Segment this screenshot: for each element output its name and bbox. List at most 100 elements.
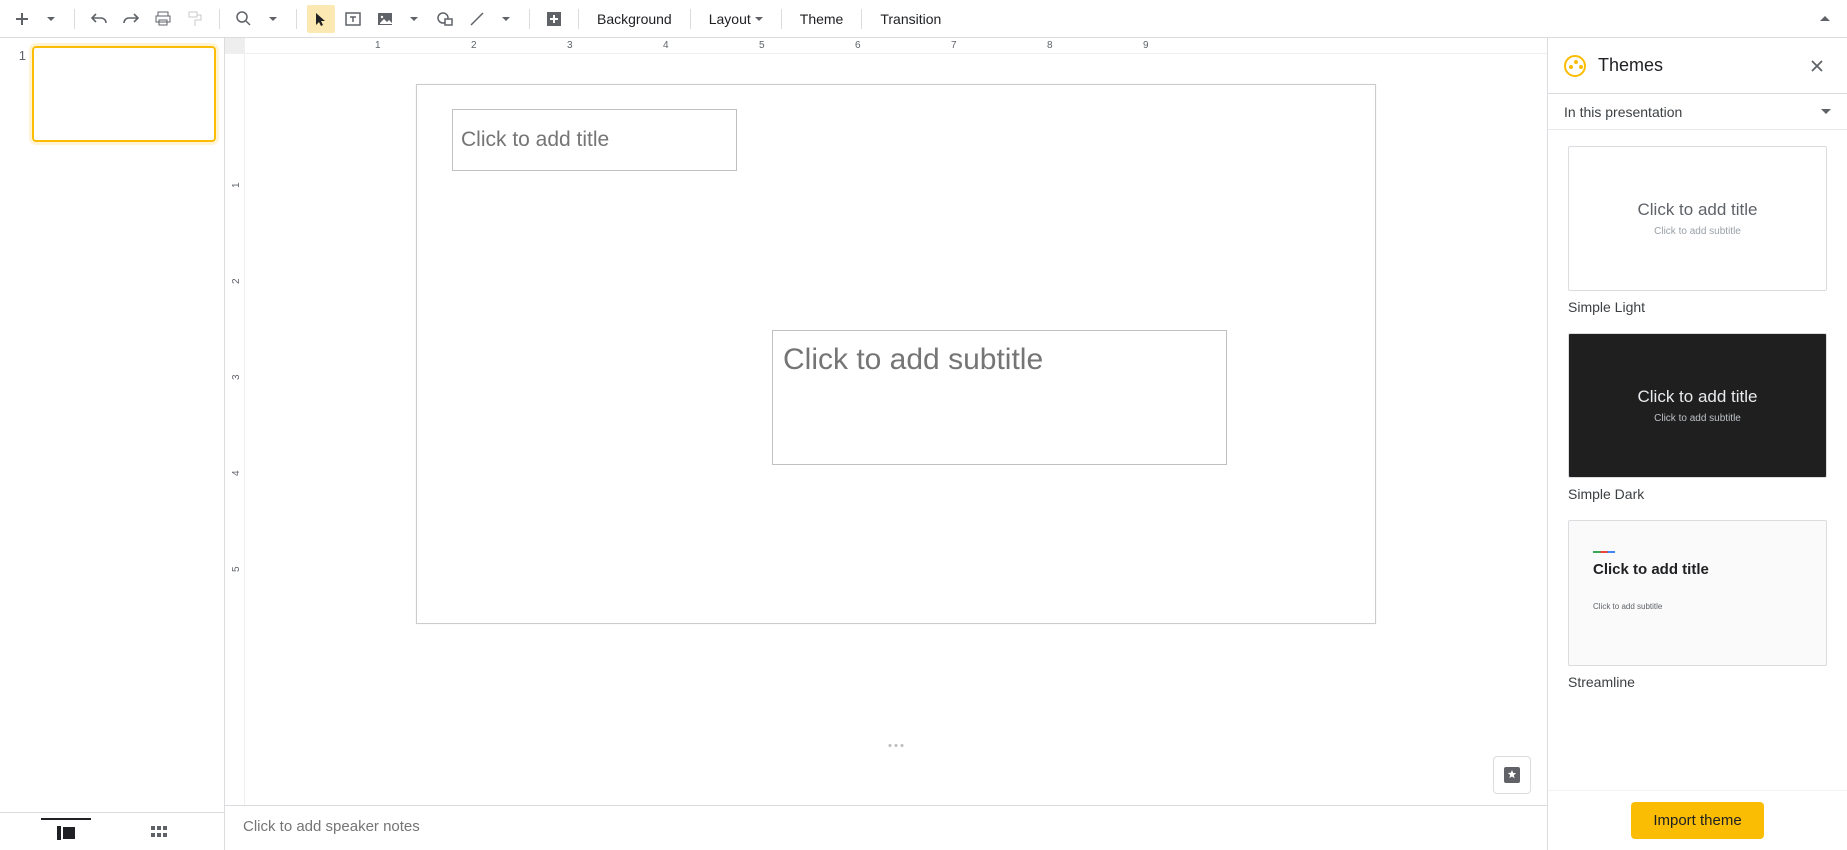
insert-image-button[interactable] bbox=[371, 5, 399, 33]
insert-line-button[interactable] bbox=[463, 5, 491, 33]
toolbar-separator bbox=[74, 9, 75, 29]
background-button[interactable]: Background bbox=[589, 5, 680, 33]
zoom-button[interactable] bbox=[230, 5, 258, 33]
paint-format-button bbox=[181, 5, 209, 33]
themes-panel-title: Themes bbox=[1598, 55, 1791, 76]
ruler-row: 1 2 3 4 5 6 7 8 9 bbox=[225, 38, 1547, 54]
collapse-toolbar-button[interactable] bbox=[1811, 5, 1839, 33]
theme-card-simple-dark[interactable]: Click to add title Click to add subtitle… bbox=[1568, 333, 1827, 502]
chevron-down-icon bbox=[1821, 109, 1831, 114]
streamline-accent-icon bbox=[1593, 551, 1615, 553]
slide-number: 1 bbox=[8, 46, 32, 142]
image-group bbox=[371, 5, 427, 33]
ruler-tick: 1 bbox=[231, 182, 242, 188]
ruler-tick: 3 bbox=[567, 40, 573, 51]
slide[interactable]: Click to add title Click to add subtitle bbox=[416, 84, 1376, 624]
line-group bbox=[463, 5, 519, 33]
redo-button[interactable] bbox=[117, 5, 145, 33]
ruler-tick: 6 bbox=[855, 40, 861, 51]
theme-card-streamline[interactable]: Click to add title Click to add subtitle… bbox=[1568, 520, 1827, 690]
layout-button[interactable]: Layout bbox=[701, 5, 771, 33]
zoom-dropdown[interactable] bbox=[258, 5, 286, 33]
themes-panel-header: Themes bbox=[1548, 38, 1847, 94]
notes-resize-handle[interactable] bbox=[889, 744, 904, 747]
ruler-tick: 4 bbox=[663, 40, 669, 51]
grid-view-button[interactable] bbox=[134, 818, 184, 846]
theme-preview: Click to add title Click to add subtitle bbox=[1568, 333, 1827, 478]
main-toolbar: Background Layout Theme Transition bbox=[0, 0, 1847, 38]
ruler-tick: 3 bbox=[231, 374, 242, 380]
title-placeholder[interactable]: Click to add title bbox=[452, 109, 737, 171]
themes-section-label: In this presentation bbox=[1564, 104, 1682, 120]
toolbar-separator bbox=[861, 9, 862, 29]
layout-label: Layout bbox=[709, 11, 751, 27]
theme-name: Streamline bbox=[1568, 674, 1827, 690]
ruler-tick: 5 bbox=[231, 566, 242, 572]
print-button[interactable] bbox=[149, 5, 177, 33]
caret-down-icon bbox=[269, 17, 277, 21]
theme-preview-title: Click to add title bbox=[1593, 561, 1709, 578]
ruler-tick: 8 bbox=[1047, 40, 1053, 51]
toolbar-separator bbox=[296, 9, 297, 29]
theme-name: Simple Light bbox=[1568, 299, 1827, 315]
import-theme-button[interactable]: Import theme bbox=[1631, 802, 1763, 839]
ruler-tick: 4 bbox=[231, 470, 242, 476]
caret-down-icon bbox=[502, 17, 510, 21]
ruler-tick: 9 bbox=[1143, 40, 1149, 51]
theme-name: Simple Dark bbox=[1568, 486, 1827, 502]
theme-card-simple-light[interactable]: Click to add title Click to add subtitle… bbox=[1568, 146, 1827, 315]
ruler-corner bbox=[225, 38, 245, 53]
new-slide-group bbox=[8, 5, 64, 33]
toolbar-separator bbox=[690, 9, 691, 29]
ruler-tick: 7 bbox=[951, 40, 957, 51]
theme-preview-subtitle: Click to add subtitle bbox=[1654, 413, 1741, 424]
textbox-tool-button[interactable] bbox=[339, 5, 367, 33]
slide-canvas[interactable]: Click to add title Click to add subtitle bbox=[245, 54, 1547, 805]
theme-preview-title: Click to add title bbox=[1638, 387, 1758, 407]
filmstrip-view-button[interactable] bbox=[41, 818, 91, 846]
new-slide-dropdown[interactable] bbox=[36, 5, 64, 33]
caret-down-icon bbox=[755, 17, 763, 21]
theme-preview-subtitle: Click to add subtitle bbox=[1654, 226, 1741, 237]
toolbar-separator bbox=[578, 9, 579, 29]
ruler-tick: 1 bbox=[375, 40, 381, 51]
undo-button[interactable] bbox=[85, 5, 113, 33]
view-switch-bar bbox=[0, 812, 225, 850]
theme-button[interactable]: Theme bbox=[792, 5, 852, 33]
toolbar-separator bbox=[781, 9, 782, 29]
editor-area: 1 2 3 4 5 6 7 8 9 1 2 3 4 5 Click to ad bbox=[225, 38, 1547, 850]
zoom-group bbox=[230, 5, 286, 33]
toolbar-separator bbox=[529, 9, 530, 29]
filmstrip: 1 bbox=[0, 38, 225, 850]
caret-down-icon bbox=[410, 17, 418, 21]
theme-preview: Click to add title Click to add subtitle bbox=[1568, 146, 1827, 291]
filmstrip-slide[interactable]: 1 bbox=[0, 46, 224, 150]
ruler-tick: 2 bbox=[471, 40, 477, 51]
new-slide-button[interactable] bbox=[8, 5, 36, 33]
insert-comment-button[interactable] bbox=[540, 5, 568, 33]
speaker-notes[interactable]: Click to add speaker notes bbox=[225, 805, 1547, 850]
shape-group bbox=[431, 5, 459, 33]
slide-thumbnail[interactable] bbox=[32, 46, 216, 142]
caret-down-icon bbox=[47, 17, 55, 21]
transition-button[interactable]: Transition bbox=[872, 5, 949, 33]
toolbar-separator bbox=[219, 9, 220, 29]
theme-preview: Click to add title Click to add subtitle bbox=[1568, 520, 1827, 666]
close-themes-panel-button[interactable] bbox=[1803, 52, 1831, 80]
chevron-up-icon bbox=[1820, 16, 1830, 21]
themes-list[interactable]: Click to add title Click to add subtitle… bbox=[1548, 130, 1847, 850]
vertical-ruler[interactable]: 1 2 3 4 5 bbox=[225, 54, 245, 805]
horizontal-ruler[interactable]: 1 2 3 4 5 6 7 8 9 bbox=[245, 38, 1547, 53]
insert-shape-button[interactable] bbox=[431, 5, 459, 33]
select-tool-button[interactable] bbox=[307, 5, 335, 33]
subtitle-placeholder[interactable]: Click to add subtitle bbox=[772, 330, 1227, 465]
speaker-notes-placeholder: Click to add speaker notes bbox=[243, 818, 420, 835]
image-dropdown[interactable] bbox=[399, 5, 427, 33]
themes-section-toggle[interactable]: In this presentation bbox=[1548, 94, 1847, 130]
line-dropdown[interactable] bbox=[491, 5, 519, 33]
ruler-tick: 2 bbox=[231, 278, 242, 284]
ruler-tick: 5 bbox=[759, 40, 765, 51]
themes-panel: Themes In this presentation Click to add… bbox=[1547, 38, 1847, 850]
themes-panel-footer: Import theme bbox=[1548, 790, 1847, 850]
explore-button[interactable] bbox=[1493, 756, 1531, 794]
